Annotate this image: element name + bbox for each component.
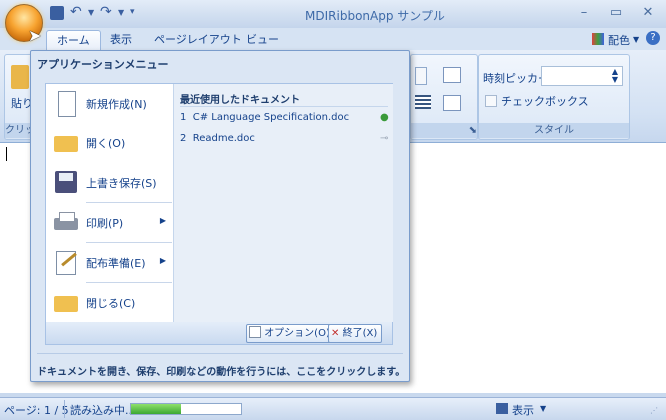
redo-dropdown-icon[interactable]: ▼	[118, 8, 124, 17]
recent-item[interactable]: 1 C# Language Specification.doc ●	[180, 112, 392, 123]
recent-documents-pane: 最近使用したドキュメント 1 C# Language Specification…	[173, 84, 393, 322]
progress-bar	[130, 403, 242, 415]
menu-separator	[86, 282, 172, 283]
window-title: MDIRibbonApp サンプル	[305, 9, 445, 23]
close-icon[interactable]: ✕	[636, 3, 660, 23]
spinner-icon[interactable]: ▲ ▼	[612, 68, 618, 84]
style-group-label: スタイル	[479, 123, 629, 138]
app-menu-commands: 新規作成(N) 開く(O) 上書き保存(S) 印刷(P) ▶ 配布準備(E) ▶	[46, 84, 172, 322]
paragraph-group: ⬊	[410, 54, 478, 140]
status-bar: ページ: 1 / 5 読み込み中... 表示 ▼ ⋰	[0, 397, 666, 420]
status-divider	[64, 400, 65, 418]
submenu-arrow-icon: ▶	[159, 256, 166, 265]
prepare-icon	[52, 248, 80, 276]
menu-separator	[86, 202, 172, 203]
options-button[interactable]: オプション(O)	[246, 324, 335, 343]
menu-item-open[interactable]: 開く(O)	[46, 124, 172, 160]
table-icon[interactable]	[443, 95, 461, 111]
checkbox-label: チェックボックス	[501, 95, 589, 108]
hint-divider	[37, 353, 403, 354]
combo-dropdown[interactable]	[415, 67, 427, 85]
time-picker-label: 時刻ピッカー	[483, 72, 549, 85]
color-scheme-icon	[592, 33, 604, 45]
save-icon	[52, 168, 80, 196]
menu-separator	[86, 242, 172, 243]
dialog-launcher-icon[interactable]: ⬊	[469, 125, 477, 136]
exit-button[interactable]: ✕ 終了(X)	[328, 324, 383, 343]
mouse-cursor-icon: ➤	[28, 26, 42, 45]
help-icon[interactable]: ?	[646, 31, 660, 45]
maximize-icon[interactable]: ▭	[604, 3, 628, 23]
app-menu-title: アプリケーションメニュー	[37, 58, 169, 71]
minimize-icon[interactable]: –	[572, 3, 596, 23]
recent-divider	[180, 106, 388, 107]
pin-unpinned-icon[interactable]: ⊸	[380, 133, 388, 144]
recent-documents-header: 最近使用したドキュメント	[180, 95, 300, 106]
menu-item-save[interactable]: 上書き保存(S)	[46, 164, 172, 200]
app-menu-footer: オプション(O) ✕ 終了(X)	[46, 322, 392, 344]
color-scheme-dropdown-icon[interactable]: ▼	[633, 35, 639, 44]
view-icon[interactable]	[496, 403, 508, 414]
align-icon[interactable]	[415, 95, 431, 109]
ribbon-tab-row: ホーム 表示 ページレイアウト ビュー 配色 ▼ ?	[0, 28, 666, 51]
view-dropdown-icon[interactable]: ▼	[540, 404, 546, 413]
exit-icon: ✕	[331, 328, 340, 339]
view-menu-label[interactable]: 表示	[512, 402, 534, 418]
status-loading: 読み込み中...	[70, 404, 136, 417]
tab-view[interactable]: 表示	[100, 30, 142, 50]
quick-save-icon[interactable]	[50, 6, 64, 20]
menu-item-close[interactable]: 閉じる(C)	[46, 284, 172, 320]
status-page: ページ: 1 / 5	[4, 404, 69, 417]
color-scheme-button[interactable]: 配色	[608, 32, 630, 48]
time-picker-input[interactable]: ▲ ▼	[541, 66, 623, 86]
app-menu-hint: ドキュメントを開き、保存、印刷などの動作を行うには、ここをクリックします。	[37, 367, 406, 378]
tab-view2[interactable]: ビュー	[236, 30, 289, 50]
app-menu-body: 新規作成(N) 開く(O) 上書き保存(S) 印刷(P) ▶ 配布準備(E) ▶	[45, 83, 393, 345]
printer-icon	[52, 208, 80, 236]
paste-icon[interactable]	[11, 65, 29, 89]
redo-icon[interactable]: ↷	[100, 4, 112, 20]
recent-item[interactable]: 2 Readme.doc ⊸	[180, 133, 392, 144]
tab-home[interactable]: ホーム	[46, 30, 101, 51]
submenu-arrow-icon: ▶	[159, 216, 166, 225]
list-icon[interactable]	[443, 67, 461, 83]
style-group: 時刻ピッカー ▲ ▼ チェックボックス スタイル	[478, 54, 630, 140]
options-icon	[249, 326, 261, 338]
text-caret	[6, 147, 7, 161]
paragraph-group-label: ⬊	[411, 123, 477, 138]
new-document-icon	[52, 89, 80, 117]
undo-icon[interactable]: ↶	[70, 4, 82, 20]
menu-item-print[interactable]: 印刷(P) ▶	[46, 204, 172, 240]
customize-qat-icon[interactable]: ▾	[130, 7, 135, 17]
menu-item-new[interactable]: 新規作成(N)	[46, 85, 172, 121]
pin-pinned-icon[interactable]: ●	[380, 112, 389, 123]
title-bar: ↶ ▼ ↷ ▼ ▾ MDIRibbonApp サンプル – ▭ ✕	[0, 0, 666, 28]
progress-fill	[131, 404, 181, 414]
open-folder-icon	[52, 128, 80, 156]
checkbox[interactable]	[485, 95, 497, 107]
resize-grip-icon[interactable]: ⋰	[650, 406, 658, 415]
close-folder-icon	[52, 288, 80, 316]
undo-dropdown-icon[interactable]: ▼	[88, 8, 94, 17]
application-menu: アプリケーションメニュー 新規作成(N) 開く(O) 上書き保存(S) 印刷(P…	[30, 50, 410, 382]
menu-item-prepare[interactable]: 配布準備(E) ▶	[46, 244, 172, 280]
